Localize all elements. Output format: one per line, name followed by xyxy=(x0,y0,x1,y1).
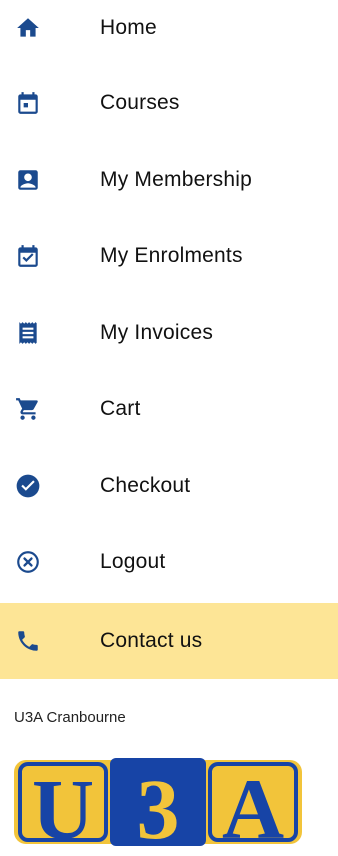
id-badge-icon xyxy=(14,166,42,194)
nav-item-label: My Enrolments xyxy=(100,244,243,267)
calendar-check-icon xyxy=(14,242,42,270)
home-icon xyxy=(14,14,42,42)
svg-text:A: A xyxy=(222,761,284,846)
nav-item-checkout[interactable]: Checkout xyxy=(0,448,338,524)
svg-text:U: U xyxy=(32,761,94,846)
nav-item-label: My Invoices xyxy=(100,321,214,344)
nav-item-my-enrolments[interactable]: My Enrolments xyxy=(0,218,338,294)
receipt-icon xyxy=(14,319,42,347)
nav-item-label: Home xyxy=(100,16,157,39)
nav-item-home[interactable]: Home xyxy=(0,0,338,66)
svg-text:3: 3 xyxy=(137,761,180,846)
check-circle-icon xyxy=(14,472,42,500)
nav-item-label: Logout xyxy=(100,550,166,573)
close-circle-icon xyxy=(14,548,42,576)
nav-item-cart[interactable]: Cart xyxy=(0,371,338,447)
nav-item-label: Cart xyxy=(100,397,141,420)
organisation-name: U3A Cranbourne xyxy=(14,709,126,726)
nav-item-label: My Membership xyxy=(100,168,252,191)
phone-icon xyxy=(14,627,42,655)
shopping-cart-icon xyxy=(14,395,42,423)
nav-item-label: Checkout xyxy=(100,474,191,497)
nav-item-my-invoices[interactable]: My Invoices xyxy=(0,295,338,371)
nav-item-contact-us[interactable]: Contact us xyxy=(0,603,338,679)
nav-item-courses[interactable]: Courses xyxy=(0,65,338,141)
calendar-icon xyxy=(14,89,42,117)
u3a-logo: U 3 A xyxy=(14,758,302,846)
nav-item-logout[interactable]: Logout xyxy=(0,524,338,600)
nav-item-label: Contact us xyxy=(100,629,203,652)
nav-item-my-membership[interactable]: My Membership xyxy=(0,142,338,218)
nav-item-label: Courses xyxy=(100,91,180,114)
